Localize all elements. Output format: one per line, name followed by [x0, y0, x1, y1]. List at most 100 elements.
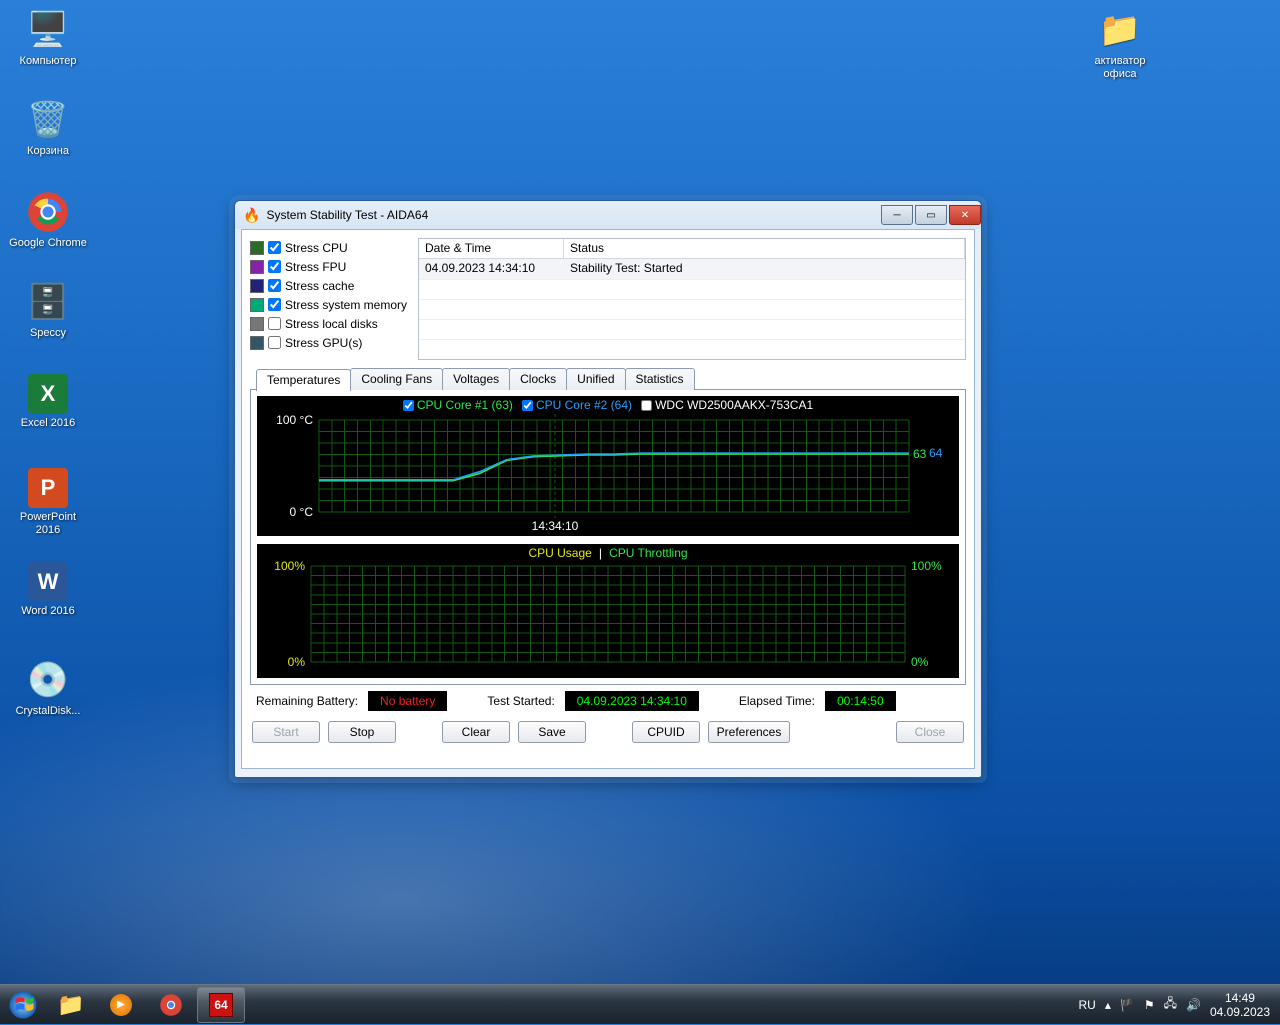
flag-icon[interactable]: 🏴 [1120, 998, 1135, 1012]
preferences-button[interactable]: Preferences [708, 721, 790, 743]
stress-label: Stress CPU [285, 241, 348, 255]
stress-row-3: Stress system memory [250, 295, 410, 314]
svg-text:100%: 100% [274, 559, 305, 573]
desktop-icon-chrome[interactable]: Google Chrome [8, 190, 88, 250]
stress-label: Stress GPU(s) [285, 336, 362, 350]
system-tray[interactable]: RU ▴ 🏴 ⚑ 🖧 🔊 14:49 04.09.2023 [1069, 985, 1280, 1024]
window-title: System Stability Test - AIDA64 [266, 208, 428, 222]
stress-label: Stress local disks [285, 317, 378, 331]
desktop-icon-excel[interactable]: XExcel 2016 [8, 374, 88, 430]
chrome-icon [26, 190, 70, 234]
stress-check-5[interactable] [268, 336, 281, 349]
svg-text:0%: 0% [911, 655, 929, 669]
col-status[interactable]: Status [564, 239, 965, 259]
desktop-icon-office-activator[interactable]: 📁активатор офиса [1080, 8, 1160, 81]
tray-lang[interactable]: RU [1079, 998, 1096, 1012]
tray-up-icon[interactable]: ▴ [1105, 998, 1111, 1012]
taskbar-media-player[interactable]: ▶ [97, 987, 145, 1023]
desktop-icon-word[interactable]: WWord 2016 [8, 562, 88, 618]
table-row[interactable]: 04.09.2023 14:34:10 Stability Test: Star… [419, 259, 965, 279]
stress-row-4: Stress local disks [250, 314, 410, 333]
minimize-button[interactable]: ─ [881, 205, 913, 225]
legend-core2-check[interactable] [522, 400, 533, 411]
stress-icon [250, 298, 264, 312]
svg-text:64: 64 [929, 446, 943, 460]
desktop-icon-powerpoint[interactable]: PPowerPoint 2016 [8, 468, 88, 537]
word-icon: W [28, 562, 68, 602]
info-row: Remaining Battery: No battery Test Start… [250, 685, 966, 711]
cpuid-button[interactable]: CPUID [632, 721, 700, 743]
tab-content: CPU Core #1 (63) CPU Core #2 (64) WDC WD… [250, 389, 966, 685]
titlebar[interactable]: 🔥 System Stability Test - AIDA64 ─ ▭ ✕ [235, 201, 981, 229]
taskbar-explorer[interactable]: 📁 [47, 987, 95, 1023]
office-activator-icon: 📁 [1098, 8, 1142, 52]
desktop-icon-computer[interactable]: 🖥️Компьютер [8, 8, 88, 68]
powerpoint-icon: P [28, 468, 68, 508]
excel-icon: X [28, 374, 68, 414]
stress-icon [250, 279, 264, 293]
crystaldisk-icon: 💿 [26, 658, 70, 702]
start-button[interactable] [0, 985, 46, 1025]
stop-button[interactable]: Stop [328, 721, 396, 743]
aida64-window: 🔥 System Stability Test - AIDA64 ─ ▭ ✕ S… [234, 200, 982, 778]
stress-check-4[interactable] [268, 317, 281, 330]
tab-unified[interactable]: Unified [566, 368, 625, 390]
stress-options: Stress CPU Stress FPU Stress cache Stress s… [250, 238, 410, 360]
elapsed-value: 00:14:50 [825, 691, 896, 711]
stress-row-5: Stress GPU(s) [250, 333, 410, 352]
svg-text:0%: 0% [288, 655, 306, 669]
action-center-icon[interactable]: ⚑ [1144, 998, 1155, 1012]
test-started-value: 04.09.2023 14:34:10 [565, 691, 699, 711]
stress-check-3[interactable] [268, 298, 281, 311]
legend-core1-check[interactable] [403, 400, 414, 411]
close-dialog-button[interactable]: Close [896, 721, 964, 743]
desktop-icon-crystaldisk[interactable]: 💿CrystalDisk... [8, 658, 88, 718]
battery-value: No battery [368, 691, 447, 711]
tab-strip: TemperaturesCooling FansVoltagesClocksUn… [256, 368, 966, 390]
stress-check-2[interactable] [268, 279, 281, 292]
network-icon[interactable]: 🖧 [1164, 994, 1177, 1015]
svg-text:100 °C: 100 °C [276, 413, 313, 427]
button-row: Start Stop Clear Save CPUID Preferences … [250, 711, 966, 743]
stress-row-1: Stress FPU [250, 257, 410, 276]
col-datetime[interactable]: Date & Time [419, 239, 564, 259]
clock[interactable]: 14:49 04.09.2023 [1210, 991, 1270, 1019]
tab-statistics[interactable]: Statistics [625, 368, 695, 390]
maximize-button[interactable]: ▭ [915, 205, 947, 225]
flame-icon: 🔥 [243, 207, 260, 224]
stress-check-0[interactable] [268, 241, 281, 254]
stress-label: Stress cache [285, 279, 354, 293]
stress-check-1[interactable] [268, 260, 281, 273]
svg-text:14:34:10: 14:34:10 [532, 519, 579, 533]
tab-voltages[interactable]: Voltages [442, 368, 510, 390]
recycle-bin-icon: 🗑️ [26, 98, 70, 142]
tab-clocks[interactable]: Clocks [509, 368, 567, 390]
stress-label: Stress FPU [285, 260, 346, 274]
desktop-icon-recycle-bin[interactable]: 🗑️Корзина [8, 98, 88, 158]
temperature-chart: CPU Core #1 (63) CPU Core #2 (64) WDC WD… [257, 396, 959, 536]
start-button[interactable]: Start [252, 721, 320, 743]
taskbar-chrome-task[interactable] [147, 987, 195, 1023]
usage-chart: CPU Usage | CPU Throttling 100%0%100%0% [257, 544, 959, 678]
svg-text:63: 63 [913, 447, 927, 461]
save-button[interactable]: Save [518, 721, 586, 743]
stress-row-0: Stress CPU [250, 238, 410, 257]
tab-cooling-fans[interactable]: Cooling Fans [350, 368, 443, 390]
desktop-icon-speccy[interactable]: 🗄️Speccy [8, 280, 88, 340]
stress-icon [250, 260, 264, 274]
stress-row-2: Stress cache [250, 276, 410, 295]
taskbar-aida64-task[interactable]: 64 [197, 987, 245, 1023]
clear-button[interactable]: Clear [442, 721, 510, 743]
stress-icon [250, 317, 264, 331]
usage-legend: CPU Usage | CPU Throttling [257, 546, 959, 560]
stress-label: Stress system memory [285, 298, 407, 312]
log-table[interactable]: Date & Time Status 04.09.2023 14:34:10 S… [418, 238, 966, 360]
tab-temperatures[interactable]: Temperatures [256, 369, 351, 391]
temp-legend: CPU Core #1 (63) CPU Core #2 (64) WDC WD… [257, 398, 959, 414]
stress-icon [250, 336, 264, 350]
legend-hdd-check[interactable] [641, 400, 652, 411]
svg-text:0 °C: 0 °C [290, 505, 314, 519]
computer-icon: 🖥️ [26, 8, 70, 52]
close-button[interactable]: ✕ [949, 205, 981, 225]
volume-icon[interactable]: 🔊 [1186, 998, 1201, 1012]
